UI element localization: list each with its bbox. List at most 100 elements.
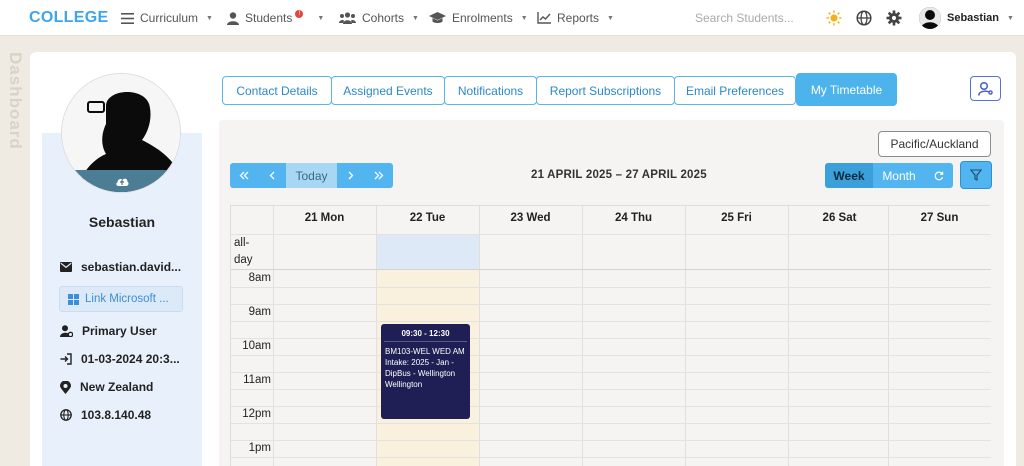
double-chevron-right-icon [374,171,384,180]
ip-value: 103.8.140.48 [81,408,152,422]
last-login-value: 01-03-2024 20:3... [81,352,180,366]
grid-line [231,234,991,235]
grid-line [231,269,991,270]
users-icon [339,12,356,24]
day-header-mon[interactable]: 21 Mon [273,212,376,224]
user-name: Sebastian [947,12,999,24]
upload-photo-button[interactable] [62,170,180,192]
event-body: BM103-WEL WED AM Intake: 2025 - Jan - Di… [381,342,470,394]
week-calendar-grid: 21 Mon 22 Tue 23 Wed 24 Thu 25 Fri 26 Sa… [230,205,991,466]
grid-line [231,338,991,339]
time-label-9am: 9am [248,306,271,318]
double-chevron-left-icon [239,171,249,180]
grid-line [888,206,889,466]
graduation-cap-icon [429,12,446,23]
gear-icon[interactable] [886,10,902,26]
user-settings-button[interactable] [970,76,1001,101]
day-header-fri[interactable]: 25 Fri [685,212,788,224]
chevron-right-icon [348,171,354,180]
day-header-tue[interactable]: 22 Tue [376,212,479,224]
next-next-button[interactable] [365,163,393,188]
day-header-sat[interactable]: 26 Sat [788,212,891,224]
grid-line [231,372,991,373]
email-row: sebastian.david... [60,260,181,274]
link-microsoft-button[interactable]: Link Microsoft ... [59,286,183,312]
grid-line [231,440,991,441]
app-logo[interactable]: COLLEGE [29,9,108,27]
timezone-button[interactable]: Pacific/Auckland [878,131,991,157]
chevron-down-icon: ▼ [412,14,419,22]
nav-reports[interactable]: Reports ▼ [537,11,614,25]
tab-email-preferences[interactable]: Email Preferences [674,76,796,105]
nav-cohorts[interactable]: Cohorts ▼ [339,11,419,25]
week-view-button[interactable]: Week [825,163,873,188]
dashboard-side-label[interactable]: Dashboard [5,52,25,150]
next-button[interactable] [337,163,365,188]
person-icon [227,11,239,25]
chevron-left-icon [269,171,275,180]
day-header-wed[interactable]: 23 Wed [479,212,582,224]
time-label-1pm: 1pm [248,442,271,454]
nav-enrolments[interactable]: Enrolments ▼ [429,11,528,25]
link-microsoft-label: Link Microsoft ... [85,293,169,305]
nav-cohorts-label: Cohorts [362,11,405,25]
chevron-down-icon: ▼ [206,14,213,22]
tab-notifications[interactable]: Notifications [444,76,537,105]
grid-line [231,287,991,288]
map-pin-icon [60,380,71,394]
grid-line [231,389,991,390]
role-value: Primary User [82,324,157,338]
prev-prev-button[interactable] [230,163,258,188]
grid-line [231,304,991,305]
chevron-down-icon: ▼ [1006,14,1014,22]
prev-button[interactable] [258,163,286,188]
time-label-8am: 8am [248,272,271,284]
tab-assigned-events[interactable]: Assigned Events [331,76,445,105]
filter-button[interactable] [960,161,992,189]
globe-icon [60,409,72,421]
grid-line [231,321,991,322]
grid-line [231,406,991,407]
grid-line [273,206,274,466]
last-login-row: 01-03-2024 20:3... [60,352,180,366]
grid-line [231,457,991,458]
tab-my-timetable[interactable]: My Timetable [796,73,897,106]
chevron-down-icon: ▼ [520,14,528,22]
day-header-sun[interactable]: 27 Sun [888,212,991,224]
microsoft-icon [68,293,79,305]
nav-students[interactable]: Students! ▼ [227,10,324,25]
refresh-button[interactable] [925,163,953,188]
month-view-button[interactable]: Month [873,163,925,188]
user-gear-icon [60,325,73,337]
country-value: New Zealand [80,380,154,394]
tab-contact-details[interactable]: Contact Details [222,76,332,105]
today-button[interactable]: Today [286,163,337,188]
tab-report-subscriptions[interactable]: Report Subscriptions [536,76,675,105]
grid-line [685,206,686,466]
event-location: Wellington [385,380,423,389]
profile-name: Sebastian [88,214,156,230]
today-allday-cell[interactable] [376,234,479,269]
calendar-nav-group: Today [230,163,393,188]
nav-curriculum[interactable]: Curriculum ▼ [121,11,213,25]
time-label-11am: 11am [243,374,271,386]
globe-icon[interactable] [856,10,872,26]
user-menu[interactable]: Sebastian ▼ [919,7,1014,29]
calendar-event[interactable]: 09:30 - 12:30 BM103-WEL WED AM Intake: 2… [381,324,470,419]
view-toggle-group: Week Month [825,163,953,188]
time-label-12pm: 12pm [242,408,271,420]
grid-line [231,355,991,356]
grid-line [582,206,583,466]
profile-photo [61,73,181,193]
day-header-thu[interactable]: 24 Thu [582,212,685,224]
grid-line [788,206,789,466]
ip-row: 103.8.140.48 [60,408,151,422]
search-input[interactable]: Search Students... [695,11,794,25]
grid-line [231,423,991,424]
event-time: 09:30 - 12:30 [384,324,467,342]
grid-line [376,206,377,466]
nav-students-label: Students [245,11,293,25]
envelope-icon [60,262,72,272]
sun-icon[interactable] [826,10,842,26]
menu-icon [121,12,134,24]
